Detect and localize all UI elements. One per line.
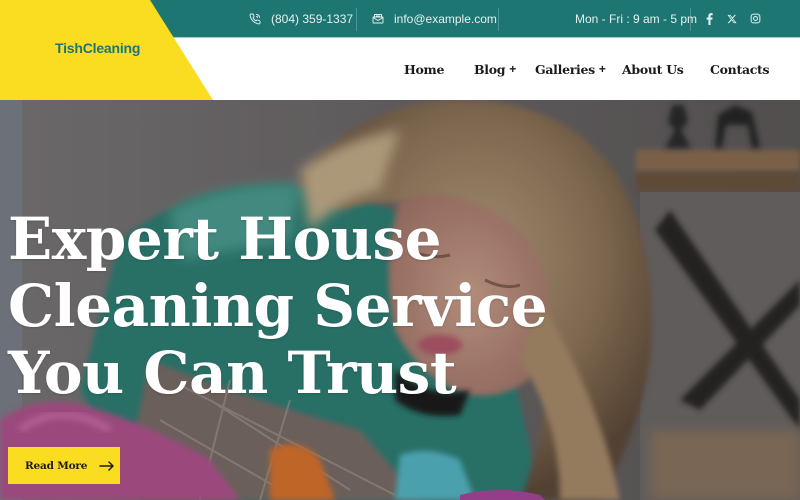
instagram-icon (750, 13, 761, 24)
nav-label: Contacts (710, 61, 770, 77)
business-hours: Mon - Fri : 9 am - 5 pm (575, 11, 698, 26)
phone-icon (249, 13, 261, 24)
mail-icon (372, 14, 384, 24)
email-address: info@example.com (394, 11, 497, 26)
hero-title-line: Cleaning Service (8, 272, 548, 340)
submenu-plus-icon: + (598, 62, 606, 76)
x-link[interactable] (727, 0, 737, 37)
main-nav: Home Blog + Galleries + About Us Contact… (0, 38, 800, 100)
phone-number: (804) 359-1337 (271, 11, 354, 26)
top-info-bar: (804) 359-1337 info@example.com Mon - Fr… (0, 0, 800, 37)
email-contact[interactable]: info@example.com (372, 0, 497, 37)
nav-item-about-us[interactable]: About Us (622, 38, 684, 100)
facebook-icon (706, 12, 713, 25)
nav-item-contacts[interactable]: Contacts (710, 38, 770, 100)
nav-label: Blog (474, 61, 506, 77)
divider (498, 8, 499, 31)
nav-label: Home (404, 61, 445, 77)
submenu-plus-icon: + (509, 62, 516, 76)
instagram-link[interactable] (750, 0, 761, 37)
read-more-label: Read More (25, 459, 88, 472)
nav-item-blog[interactable]: Blog + (474, 38, 516, 100)
nav-item-home[interactable]: Home (404, 38, 444, 100)
hero-title: Expert House Cleaning Service You Can Tr… (8, 205, 548, 407)
read-more-button[interactable]: Read More (8, 447, 120, 484)
hero-section: Expert House Cleaning Service You Can Tr… (0, 100, 800, 500)
hero-title-line: Expert House (8, 205, 442, 273)
arrow-right-icon (99, 460, 114, 471)
divider (356, 8, 357, 31)
nav-label: Galleries (535, 61, 595, 77)
nav-item-galleries[interactable]: Galleries + (535, 38, 606, 100)
x-icon (727, 14, 737, 23)
facebook-link[interactable] (706, 0, 713, 37)
divider (690, 8, 691, 31)
phone-contact[interactable]: (804) 359-1337 (249, 0, 353, 37)
nav-label: About Us (622, 61, 684, 77)
hero-title-line: You Can Trust (8, 339, 457, 407)
